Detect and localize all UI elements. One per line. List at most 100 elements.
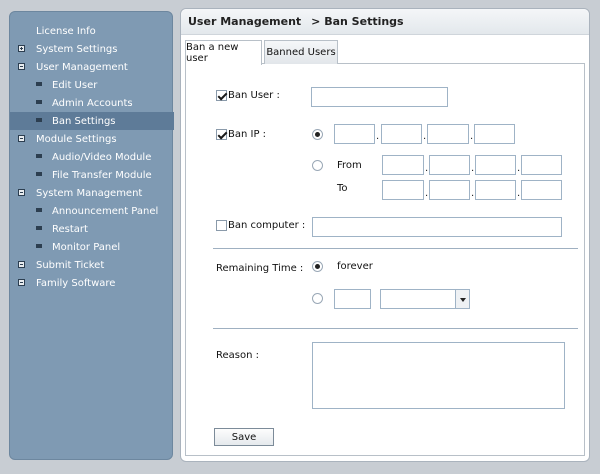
duration-radio[interactable] [312, 293, 323, 304]
tab-banned-users[interactable]: Banned Users [264, 40, 338, 64]
sidebar-item-label: Admin Accounts [52, 97, 133, 109]
sidebar-item-label: Ban Settings [52, 115, 116, 127]
tab-ban-new-user[interactable]: Ban a new user [185, 40, 262, 65]
ip-dot: . [425, 163, 429, 174]
to-octet-4-input[interactable] [521, 180, 562, 200]
item-bullet-icon [36, 226, 42, 230]
item-bullet-icon [36, 172, 42, 176]
to-octet-2-input[interactable] [429, 180, 470, 200]
single-ip-radio[interactable] [312, 129, 323, 140]
from-octet-1-input[interactable] [382, 155, 424, 175]
ip-range-radio[interactable] [312, 160, 323, 171]
ban-user-label: Ban User : [228, 90, 280, 101]
forever-radio[interactable] [312, 261, 323, 272]
ip-dot: . [470, 131, 474, 142]
sidebar-item-edit-user[interactable]: Edit User [10, 76, 174, 94]
ban-user-checkbox[interactable] [216, 90, 227, 101]
sidebar-item-label: Module Settings [36, 133, 117, 145]
item-bullet-icon [36, 244, 42, 248]
duration-unit-select[interactable] [380, 289, 470, 309]
sidebar-item-monitor-panel[interactable]: Monitor Panel [10, 238, 174, 256]
ban-ip-checkbox[interactable] [216, 129, 227, 140]
save-button[interactable]: Save [214, 428, 274, 446]
sidebar-item-label: Family Software [36, 277, 116, 289]
reason-label: Reason : [216, 350, 259, 361]
sidebar-item-label: File Transfer Module [52, 169, 152, 181]
collapse-minus-icon[interactable] [18, 261, 25, 268]
sidebar-item-system-settings[interactable]: System Settings [10, 40, 174, 58]
ban-computer-input[interactable] [312, 217, 562, 237]
ip-dot: . [517, 163, 521, 174]
to-octet-1-input[interactable] [382, 180, 424, 200]
sidebar-item-label: System Management [36, 187, 143, 199]
ip-octet-2-input[interactable] [381, 124, 422, 144]
sidebar-item-label: System Settings [36, 43, 118, 55]
divider [213, 248, 578, 249]
sidebar-item-restart[interactable]: Restart [10, 220, 174, 238]
ip-dot: . [376, 131, 380, 142]
sidebar-item-ban-settings[interactable]: Ban Settings [10, 112, 174, 130]
ip-dot: . [471, 188, 475, 199]
sidebar-item-file-transfer-module[interactable]: File Transfer Module [10, 166, 174, 184]
save-button-label: Save [231, 431, 257, 443]
from-label: From [337, 160, 362, 171]
forever-label: forever [337, 261, 373, 272]
breadcrumb-page: > Ban Settings [311, 15, 404, 28]
sidebar-item-label: Restart [52, 223, 88, 235]
ip-octet-3-input[interactable] [427, 124, 469, 144]
ban-form: Ban User : Ban IP : . . . From . . . To … [185, 64, 585, 456]
main-panel: User Management > Ban Settings Ban a new… [180, 8, 590, 462]
sidebar-item-system-management[interactable]: System Management [10, 184, 174, 202]
tab-label: Ban a new user [186, 42, 239, 64]
item-bullet-icon [36, 100, 42, 104]
item-bullet-icon [36, 118, 42, 122]
collapse-minus-icon[interactable] [18, 135, 25, 142]
sidebar-item-submit-ticket[interactable]: Submit Ticket [10, 256, 174, 274]
sidebar-item-label: Announcement Panel [52, 205, 159, 217]
ip-dot: . [423, 131, 427, 142]
sidebar-item-audio-video-module[interactable]: Audio/Video Module [10, 148, 174, 166]
chevron-down-icon[interactable] [455, 290, 469, 308]
sidebar-item-label: License Info [36, 25, 96, 37]
collapse-minus-icon[interactable] [18, 279, 25, 286]
reason-textarea[interactable] [312, 342, 565, 409]
ip-dot: . [425, 188, 429, 199]
sidebar-item-admin-accounts[interactable]: Admin Accounts [10, 94, 174, 112]
to-label: To [337, 183, 348, 194]
ban-user-input[interactable] [311, 87, 448, 107]
collapse-minus-icon[interactable] [18, 189, 25, 196]
item-bullet-icon [36, 154, 42, 158]
ban-computer-checkbox[interactable] [216, 220, 227, 231]
from-octet-4-input[interactable] [521, 155, 562, 175]
sidebar-item-user-management[interactable]: User Management [10, 58, 174, 76]
breadcrumb: User Management > Ban Settings [181, 9, 589, 35]
from-octet-2-input[interactable] [429, 155, 470, 175]
item-bullet-icon [36, 82, 42, 86]
collapse-minus-icon[interactable] [18, 63, 25, 70]
ip-dot: . [471, 163, 475, 174]
sidebar-item-label: User Management [36, 61, 128, 73]
sidebar-item-label: Submit Ticket [36, 259, 105, 271]
divider [213, 328, 578, 329]
ip-dot: . [517, 188, 521, 199]
sidebar-item-label: Monitor Panel [52, 241, 121, 253]
sidebar-item-family-software[interactable]: Family Software [10, 274, 174, 292]
duration-input[interactable] [334, 289, 371, 309]
breadcrumb-section[interactable]: User Management [188, 15, 301, 28]
ban-ip-label: Ban IP : [228, 129, 267, 140]
tab-bar: Ban a new user Banned Users [185, 40, 585, 65]
sidebar-item-module-settings[interactable]: Module Settings [10, 130, 174, 148]
sidebar-item-announcement-panel[interactable]: Announcement Panel [10, 202, 174, 220]
sidebar-item-label: Audio/Video Module [52, 151, 152, 163]
sidebar-item-label: Edit User [52, 79, 98, 91]
from-octet-3-input[interactable] [475, 155, 516, 175]
ip-octet-4-input[interactable] [474, 124, 515, 144]
item-bullet-icon [36, 208, 42, 212]
sidebar-nav: License Info System Settings User Manage… [9, 11, 174, 460]
remaining-time-label: Remaining Time : [216, 263, 304, 274]
expand-plus-icon[interactable] [18, 45, 25, 52]
tab-label: Banned Users [266, 47, 336, 58]
to-octet-3-input[interactable] [475, 180, 516, 200]
ip-octet-1-input[interactable] [334, 124, 375, 144]
sidebar-item-license-info[interactable]: License Info [10, 22, 174, 40]
